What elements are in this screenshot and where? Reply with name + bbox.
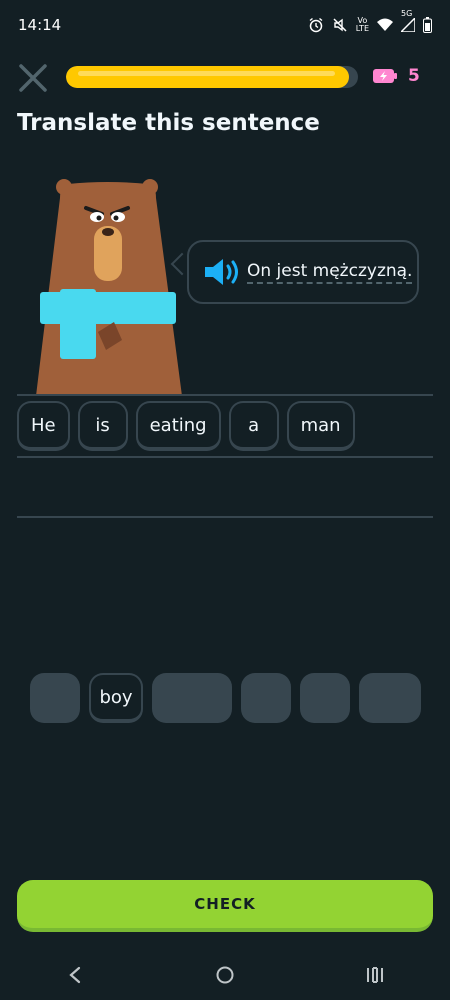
answer-word-chip[interactable]: eating (135, 401, 221, 451)
check-button[interactable]: CHECK (17, 880, 433, 932)
answer-area: He is eating a man (17, 401, 355, 451)
speaker-icon[interactable] (203, 257, 241, 287)
alarm-icon (308, 17, 324, 33)
volte-icon: Vo LTE (355, 16, 369, 33)
status-bar: 14:14 Vo LTE 5G (0, 0, 450, 50)
lesson-progress-fill (66, 66, 350, 88)
energy-indicator[interactable]: 5 (372, 66, 420, 86)
word-bank-empty-slot (300, 673, 350, 723)
nav-home-button[interactable] (210, 960, 240, 990)
word-bank-empty-slot (241, 673, 291, 723)
status-time: 14:14 (18, 16, 62, 34)
energy-count: 5 (408, 66, 420, 86)
answer-line-2 (17, 516, 433, 518)
answer-word-chip[interactable]: man (286, 401, 355, 451)
home-icon (216, 966, 234, 984)
word-bank: boy (30, 673, 421, 723)
answer-word-chip[interactable]: a (228, 401, 279, 451)
answer-line-1 (17, 456, 433, 458)
battery-icon (423, 17, 432, 33)
close-button[interactable] (18, 63, 48, 93)
recents-icon (367, 967, 383, 983)
word-bank-empty-slot (359, 673, 421, 723)
back-icon (69, 966, 81, 984)
answer-line-top (17, 394, 433, 396)
nav-back-button[interactable] (60, 960, 90, 990)
close-icon (19, 64, 47, 92)
answer-word-chip[interactable]: He (17, 401, 70, 451)
status-icons: Vo LTE 5G (308, 9, 432, 33)
prompt-sentence[interactable]: On jest mężczyzną. (247, 261, 413, 284)
nav-recents-button[interactable] (360, 960, 390, 990)
wifi-icon (377, 18, 393, 32)
page-title: Translate this sentence (17, 110, 320, 136)
lesson-header: 5 (0, 55, 450, 99)
word-bank-chip[interactable]: boy (89, 673, 143, 723)
lesson-progress-bar (66, 66, 358, 88)
system-nav-bar (0, 950, 450, 1000)
word-bank-empty-slot (30, 673, 80, 723)
speech-bubble: On jest mężczyzną. (187, 240, 419, 304)
energy-battery-icon (373, 69, 397, 83)
word-bank-empty-slot (152, 673, 232, 723)
answer-word-chip[interactable]: is (77, 401, 128, 451)
mute-icon (332, 17, 348, 33)
bear-character-illustration (36, 179, 182, 396)
signal-5g-icon: 5G (401, 9, 415, 32)
